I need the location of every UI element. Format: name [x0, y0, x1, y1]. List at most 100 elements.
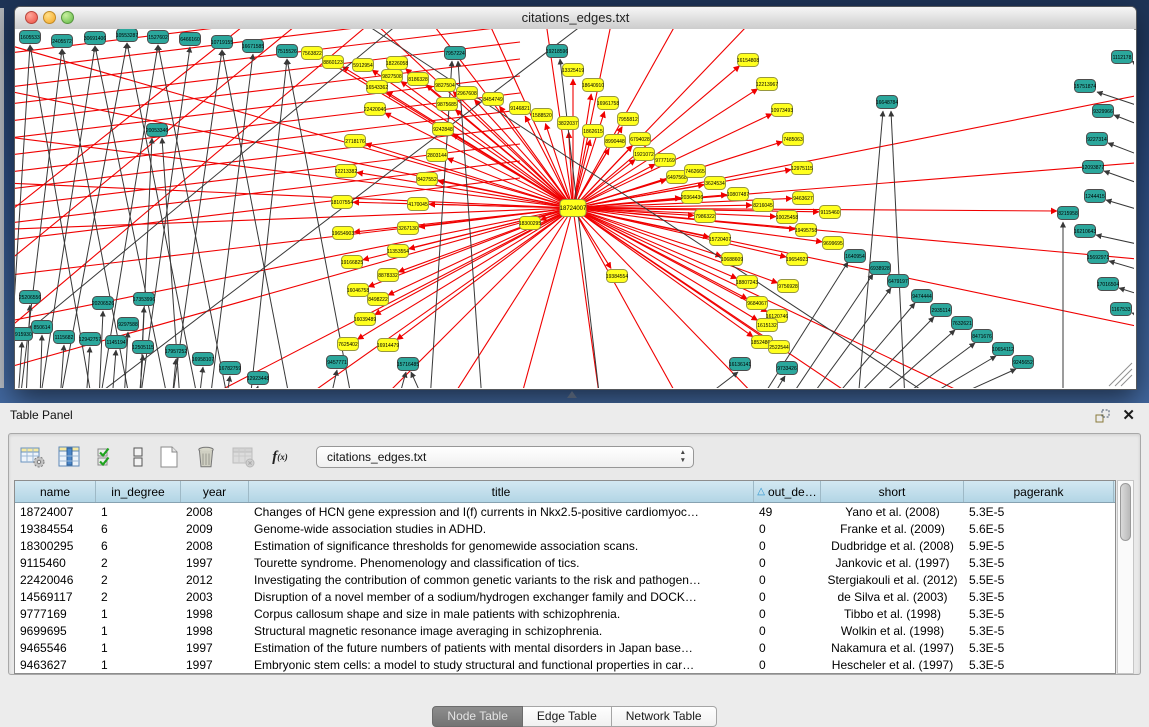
- graph-node[interactable]: 8860123: [323, 56, 344, 69]
- graph-node[interactable]: 1112178: [1112, 51, 1133, 64]
- graph-node[interactable]: 16958107: [192, 353, 214, 366]
- graph-node[interactable]: 15692971: [1087, 251, 1109, 264]
- graph-node[interactable]: 7462665: [685, 165, 706, 178]
- graph-node[interactable]: 1527602: [148, 31, 169, 44]
- column-header-name[interactable]: name: [15, 481, 96, 502]
- graph-node[interactable]: 5912954: [353, 59, 374, 72]
- graph-node[interactable]: 19384554: [606, 270, 628, 283]
- graph-node[interactable]: 16136141: [729, 358, 751, 371]
- table-scrollbar[interactable]: [1117, 480, 1134, 674]
- graph-node[interactable]: 6938928: [870, 262, 891, 275]
- graph-node[interactable]: 2967608: [457, 87, 478, 100]
- graph-node[interactable]: 7485063: [783, 133, 804, 146]
- function-builder-icon[interactable]: f(x): [267, 444, 293, 470]
- graph-node[interactable]: 12213967: [756, 78, 778, 91]
- graph-node[interactable]: 9457771: [327, 356, 348, 369]
- resize-grip-icon[interactable]: [1109, 363, 1132, 386]
- table-row[interactable]: 969969511998Structural magnetic resonanc…: [15, 622, 1115, 639]
- table-row[interactable]: 1872400712008Changes of HCN gene express…: [15, 503, 1115, 520]
- graph-node[interactable]: 10719155: [211, 36, 233, 49]
- graph-node[interactable]: 7632621: [952, 317, 973, 330]
- graph-node[interactable]: 3822037: [558, 117, 579, 130]
- table-row[interactable]: 1938455462009Genome-wide association stu…: [15, 520, 1115, 537]
- graph-node[interactable]: 3267130: [398, 222, 419, 235]
- graph-node[interactable]: 3624534: [705, 177, 726, 190]
- table-settings-icon[interactable]: [19, 444, 45, 470]
- graph-node[interactable]: 9463627: [793, 192, 814, 205]
- float-panel-icon[interactable]: [1094, 408, 1111, 430]
- graph-nodes[interactable]: 1872400716055332405572306914061055328715…: [15, 29, 1133, 385]
- graph-node[interactable]: 10025458: [776, 211, 798, 224]
- select-columns-icon[interactable]: [56, 444, 82, 470]
- network-window-titlebar[interactable]: citations_edges.txt: [15, 7, 1136, 30]
- graph-node[interactable]: 13325419: [562, 64, 584, 77]
- graph-node[interactable]: 8878332: [378, 269, 399, 282]
- graph-node[interactable]: 1605533: [20, 31, 41, 44]
- graph-node[interactable]: 10807487: [727, 188, 749, 201]
- graph-node[interactable]: 9245652: [1013, 356, 1034, 369]
- graph-node[interactable]: 1862615: [583, 125, 604, 138]
- graph-node[interactable]: 1115682: [54, 331, 75, 344]
- checklist-icon[interactable]: [93, 444, 119, 470]
- graph-node[interactable]: 7955812: [618, 113, 639, 126]
- graph-node[interactable]: 15716485: [397, 358, 419, 371]
- table-row[interactable]: 977716911998Corpus callosum shape and si…: [15, 605, 1115, 622]
- graph-node[interactable]: 9827504: [435, 79, 456, 92]
- graph-node[interactable]: 9684067: [747, 297, 768, 310]
- tab-node-table[interactable]: Node Table: [432, 706, 523, 727]
- graph-node[interactable]: 16914479: [377, 339, 399, 352]
- graph-node[interactable]: 19218596: [546, 45, 568, 58]
- table-row[interactable]: 1456911722003Disruption of a novel membe…: [15, 588, 1115, 605]
- table-scrollbar-thumb[interactable]: [1120, 483, 1131, 541]
- graph-node[interactable]: 17957252: [165, 345, 187, 358]
- graph-node[interactable]: 2935114: [931, 304, 952, 317]
- graph-node[interactable]: 850614: [32, 321, 53, 334]
- graph-node[interactable]: 10654112: [992, 343, 1014, 356]
- graph-node[interactable]: 12505115: [132, 341, 154, 354]
- tab-network-table[interactable]: Network Table: [612, 706, 717, 727]
- graph-node[interactable]: 20053346: [146, 124, 168, 137]
- graph-node[interactable]: 18300295: [519, 217, 541, 230]
- close-window-button[interactable]: [25, 11, 38, 24]
- graph-node[interactable]: 11353554: [387, 245, 409, 258]
- table-row[interactable]: 911546021997Tourette syndrome. Phenomeno…: [15, 554, 1115, 571]
- graph-node[interactable]: 8471676: [972, 330, 993, 343]
- graph-node[interactable]: 7986322: [695, 210, 716, 223]
- graph-node[interactable]: 4170045: [408, 198, 429, 211]
- graph-node[interactable]: 6466160: [180, 33, 201, 46]
- column-header-in_degree[interactable]: in_degree: [96, 481, 181, 502]
- graph-node[interactable]: 16154808: [737, 54, 759, 67]
- graph-node[interactable]: 2803144: [427, 149, 448, 162]
- graph-node[interactable]: 16210643: [1074, 225, 1096, 238]
- graph-node[interactable]: 20364436: [681, 191, 703, 204]
- network-canvas[interactable]: 1872400716055332405572306914061055328715…: [15, 29, 1134, 388]
- graph-node[interactable]: 3915930: [15, 328, 33, 341]
- graph-node[interactable]: 18107554: [331, 196, 353, 209]
- graph-node[interactable]: 8215958: [1058, 207, 1079, 220]
- graph-node[interactable]: 2718176: [345, 135, 366, 148]
- graph-node[interactable]: 15751874: [1074, 80, 1096, 93]
- graph-node[interactable]: 9777169: [655, 154, 676, 167]
- graph-node[interactable]: 1167533: [1111, 303, 1132, 316]
- graph-node[interactable]: 9297588: [118, 318, 139, 331]
- column-header-title[interactable]: title: [249, 481, 754, 502]
- table-row[interactable]: 946554611997Estimation of the future num…: [15, 639, 1115, 656]
- graph-node[interactable]: 9474444: [912, 290, 933, 303]
- graph-node[interactable]: 16543362: [366, 81, 388, 94]
- graph-node[interactable]: 18807243: [736, 276, 758, 289]
- graph-node[interactable]: 6479197: [888, 275, 909, 288]
- delete-icon[interactable]: [193, 444, 219, 470]
- column-header-short[interactable]: short: [821, 481, 964, 502]
- graph-node[interactable]: 1921072: [634, 148, 655, 161]
- panel-splitter-handle[interactable]: [567, 391, 577, 398]
- graph-node[interactable]: 7625402: [338, 338, 359, 351]
- column-header-year[interactable]: year: [181, 481, 249, 502]
- graph-node[interactable]: 6794028: [630, 133, 651, 146]
- graph-node[interactable]: 12923448: [247, 372, 269, 385]
- network-window[interactable]: citations_edges.txt 18724007160553324055…: [14, 6, 1137, 390]
- graph-node[interactable]: 9115460: [820, 206, 841, 219]
- graph-node[interactable]: 19654923: [786, 253, 808, 266]
- graph-node[interactable]: 1588520: [532, 109, 553, 122]
- minimize-window-button[interactable]: [43, 11, 56, 24]
- graph-node[interactable]: 17353996: [133, 293, 155, 306]
